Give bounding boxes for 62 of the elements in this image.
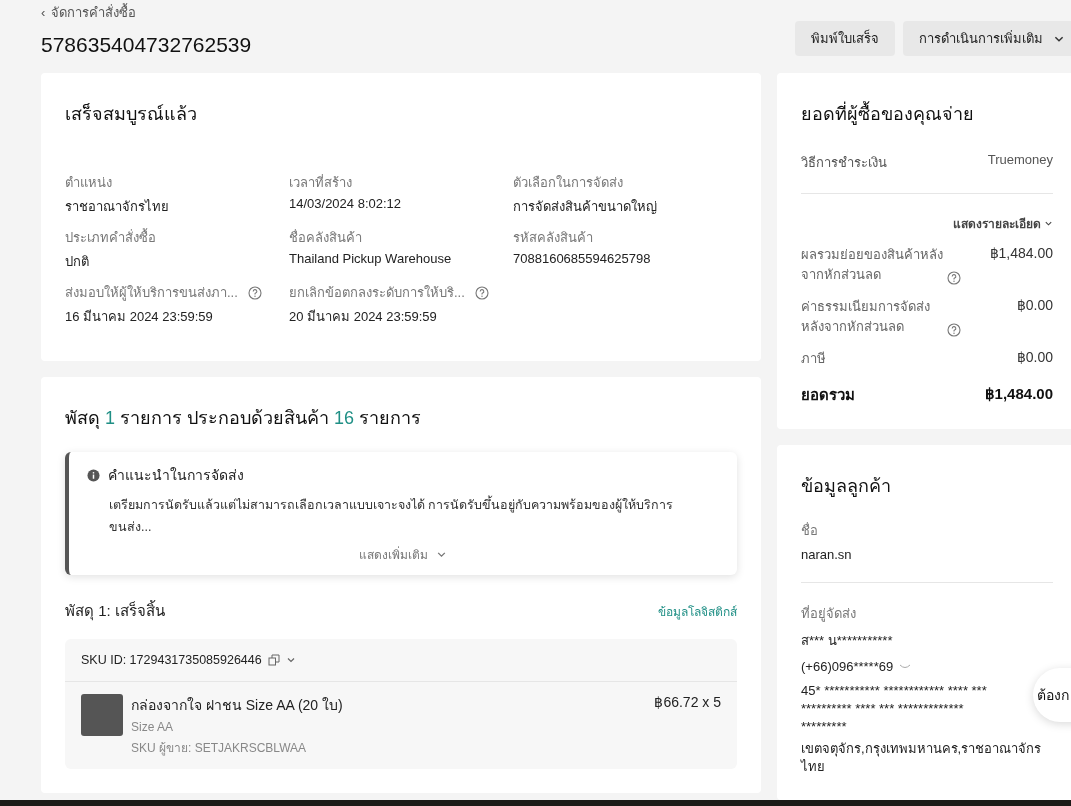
tip-title: คำแนะนำในการจัดส่ง xyxy=(108,466,244,485)
field-label: ส่งมอบให้ผู้ให้บริการขนส่งภา... xyxy=(65,284,238,303)
amount-label: ภาษี xyxy=(801,350,827,368)
field-label: เวลาที่สร้าง xyxy=(289,173,352,192)
field-value: Thailand Pickup Warehouse xyxy=(289,251,453,266)
info-icon xyxy=(87,468,100,482)
phone-number: (+66)096*****69 xyxy=(801,659,894,674)
help-icon xyxy=(947,323,961,337)
copy-icon[interactable] xyxy=(267,654,280,666)
field-value: การจัดส่งสินค้าขนาดใหญ่ xyxy=(513,198,658,216)
product-variant: Size AA xyxy=(131,720,175,734)
field-value: 14/03/2024 8:02:12 xyxy=(289,196,403,211)
product-price: ฿66.72 x 5 xyxy=(654,694,721,712)
recipient-name: ส*** น*********** xyxy=(801,632,894,650)
chevron-down-icon xyxy=(285,655,296,665)
amount-label: ยอดรวม xyxy=(801,385,856,405)
card-title: ข้อมูลลูกค้า xyxy=(801,475,892,499)
amount-label: ค่าธรรมเนียมการจัดส่งหลังจากหักส่วนลด xyxy=(801,298,931,336)
logistics-link[interactable]: ข้อมูลโลจิสติกส์ xyxy=(658,601,737,621)
field-label: รหัสคลังสินค้า xyxy=(513,229,593,247)
amount-value: ฿1,484.00 xyxy=(989,245,1053,263)
address-label: ที่อยู่จัดส่ง xyxy=(801,604,857,624)
name-label: ชื่อ xyxy=(801,521,819,540)
field-value: ราชอาณาจักรไทย xyxy=(65,198,170,216)
card-title: เสร็จสมบูรณ์แล้ว xyxy=(65,102,198,127)
field-label: ประเภทคำสั่งซื้อ xyxy=(65,227,156,247)
show-more-button[interactable]: แสดงเพิ่มเติม xyxy=(353,544,453,565)
field-label: ชื่อคลังสินค้า xyxy=(289,228,362,247)
show-details-button[interactable]: แสดงรายละเอียด xyxy=(953,214,1053,233)
photo-placeholder xyxy=(81,694,123,736)
tip-text: เตรียมการนัดรับแล้วแต่ไม่สามารถเลือกเวลาแบบเจาะจงได้ การนัดรับขึ้นอยู่กับความพร้อมของผู้ให้บริการขนส่ง... xyxy=(109,494,699,538)
field-value: 20 มีนาคม 2024 23:59:59 xyxy=(289,308,438,326)
field-label: ตำแหน่ง xyxy=(65,174,112,192)
amount-label: ผลรวมย่อยของสินค้าหลังจากหักส่วนลด xyxy=(801,246,943,284)
address-line: ********** **** *** ************* xyxy=(801,702,965,716)
help-icon xyxy=(474,285,489,300)
address-line: ********* xyxy=(801,720,848,734)
amount-value: ฿1,484.00 xyxy=(984,385,1053,404)
field-value: 7088160685594625798 xyxy=(513,251,652,266)
payment-method-value: Truemoney xyxy=(987,152,1053,169)
amount-value: ฿0.00 xyxy=(1016,297,1053,315)
card-title: ยอดที่ผู้ซื้อของคุณจ่าย xyxy=(801,99,1053,128)
field-value: ปกติ xyxy=(65,253,90,271)
more-actions-button[interactable]: การดำเนินการเพิ่มเติม xyxy=(903,21,1071,56)
help-icon xyxy=(947,271,961,285)
sku-id: SKU ID: 1729431735085926446 xyxy=(81,653,262,667)
field-value: 16 มีนาคม 2024 23:59:59 xyxy=(65,308,214,326)
order-id: 578635404732762539 xyxy=(41,33,252,57)
help-icon xyxy=(247,285,262,300)
payment-method-label: วิธีการชำระเงิน xyxy=(801,154,887,172)
product-name: กล่องจากใจ ฝาชน Size AA (20 ใบ) xyxy=(131,696,344,715)
field-label: ตัวเลือกในการจัดส่ง xyxy=(513,174,623,192)
package-title: พัสดุ 1: เสร็จสิ้น xyxy=(65,599,165,623)
chevron-down-icon xyxy=(1044,219,1053,228)
seller-sku: SKU ผู้ขาย: SETJAKRSCBLWAA xyxy=(131,740,308,757)
print-receipt-button[interactable]: พิมพ์ใบเสร็จ xyxy=(795,21,895,56)
card-title: พัสดุ 1 รายการ ประกอบด้วยสินค้า 16 รายการ xyxy=(65,407,423,431)
amount-value: ฿0.00 xyxy=(1016,349,1053,367)
back-link[interactable]: ‹ จัดการคำสั่งซื้อ xyxy=(41,2,137,23)
field-label: ยกเลิกข้อตกลงระดับการให้บริ... xyxy=(289,284,465,302)
address-region: เขตจตุจักร,กรุงเทพมหานคร,ราชอาณาจักรไทย xyxy=(801,740,1043,776)
customer-name: naran.sn xyxy=(801,547,853,562)
